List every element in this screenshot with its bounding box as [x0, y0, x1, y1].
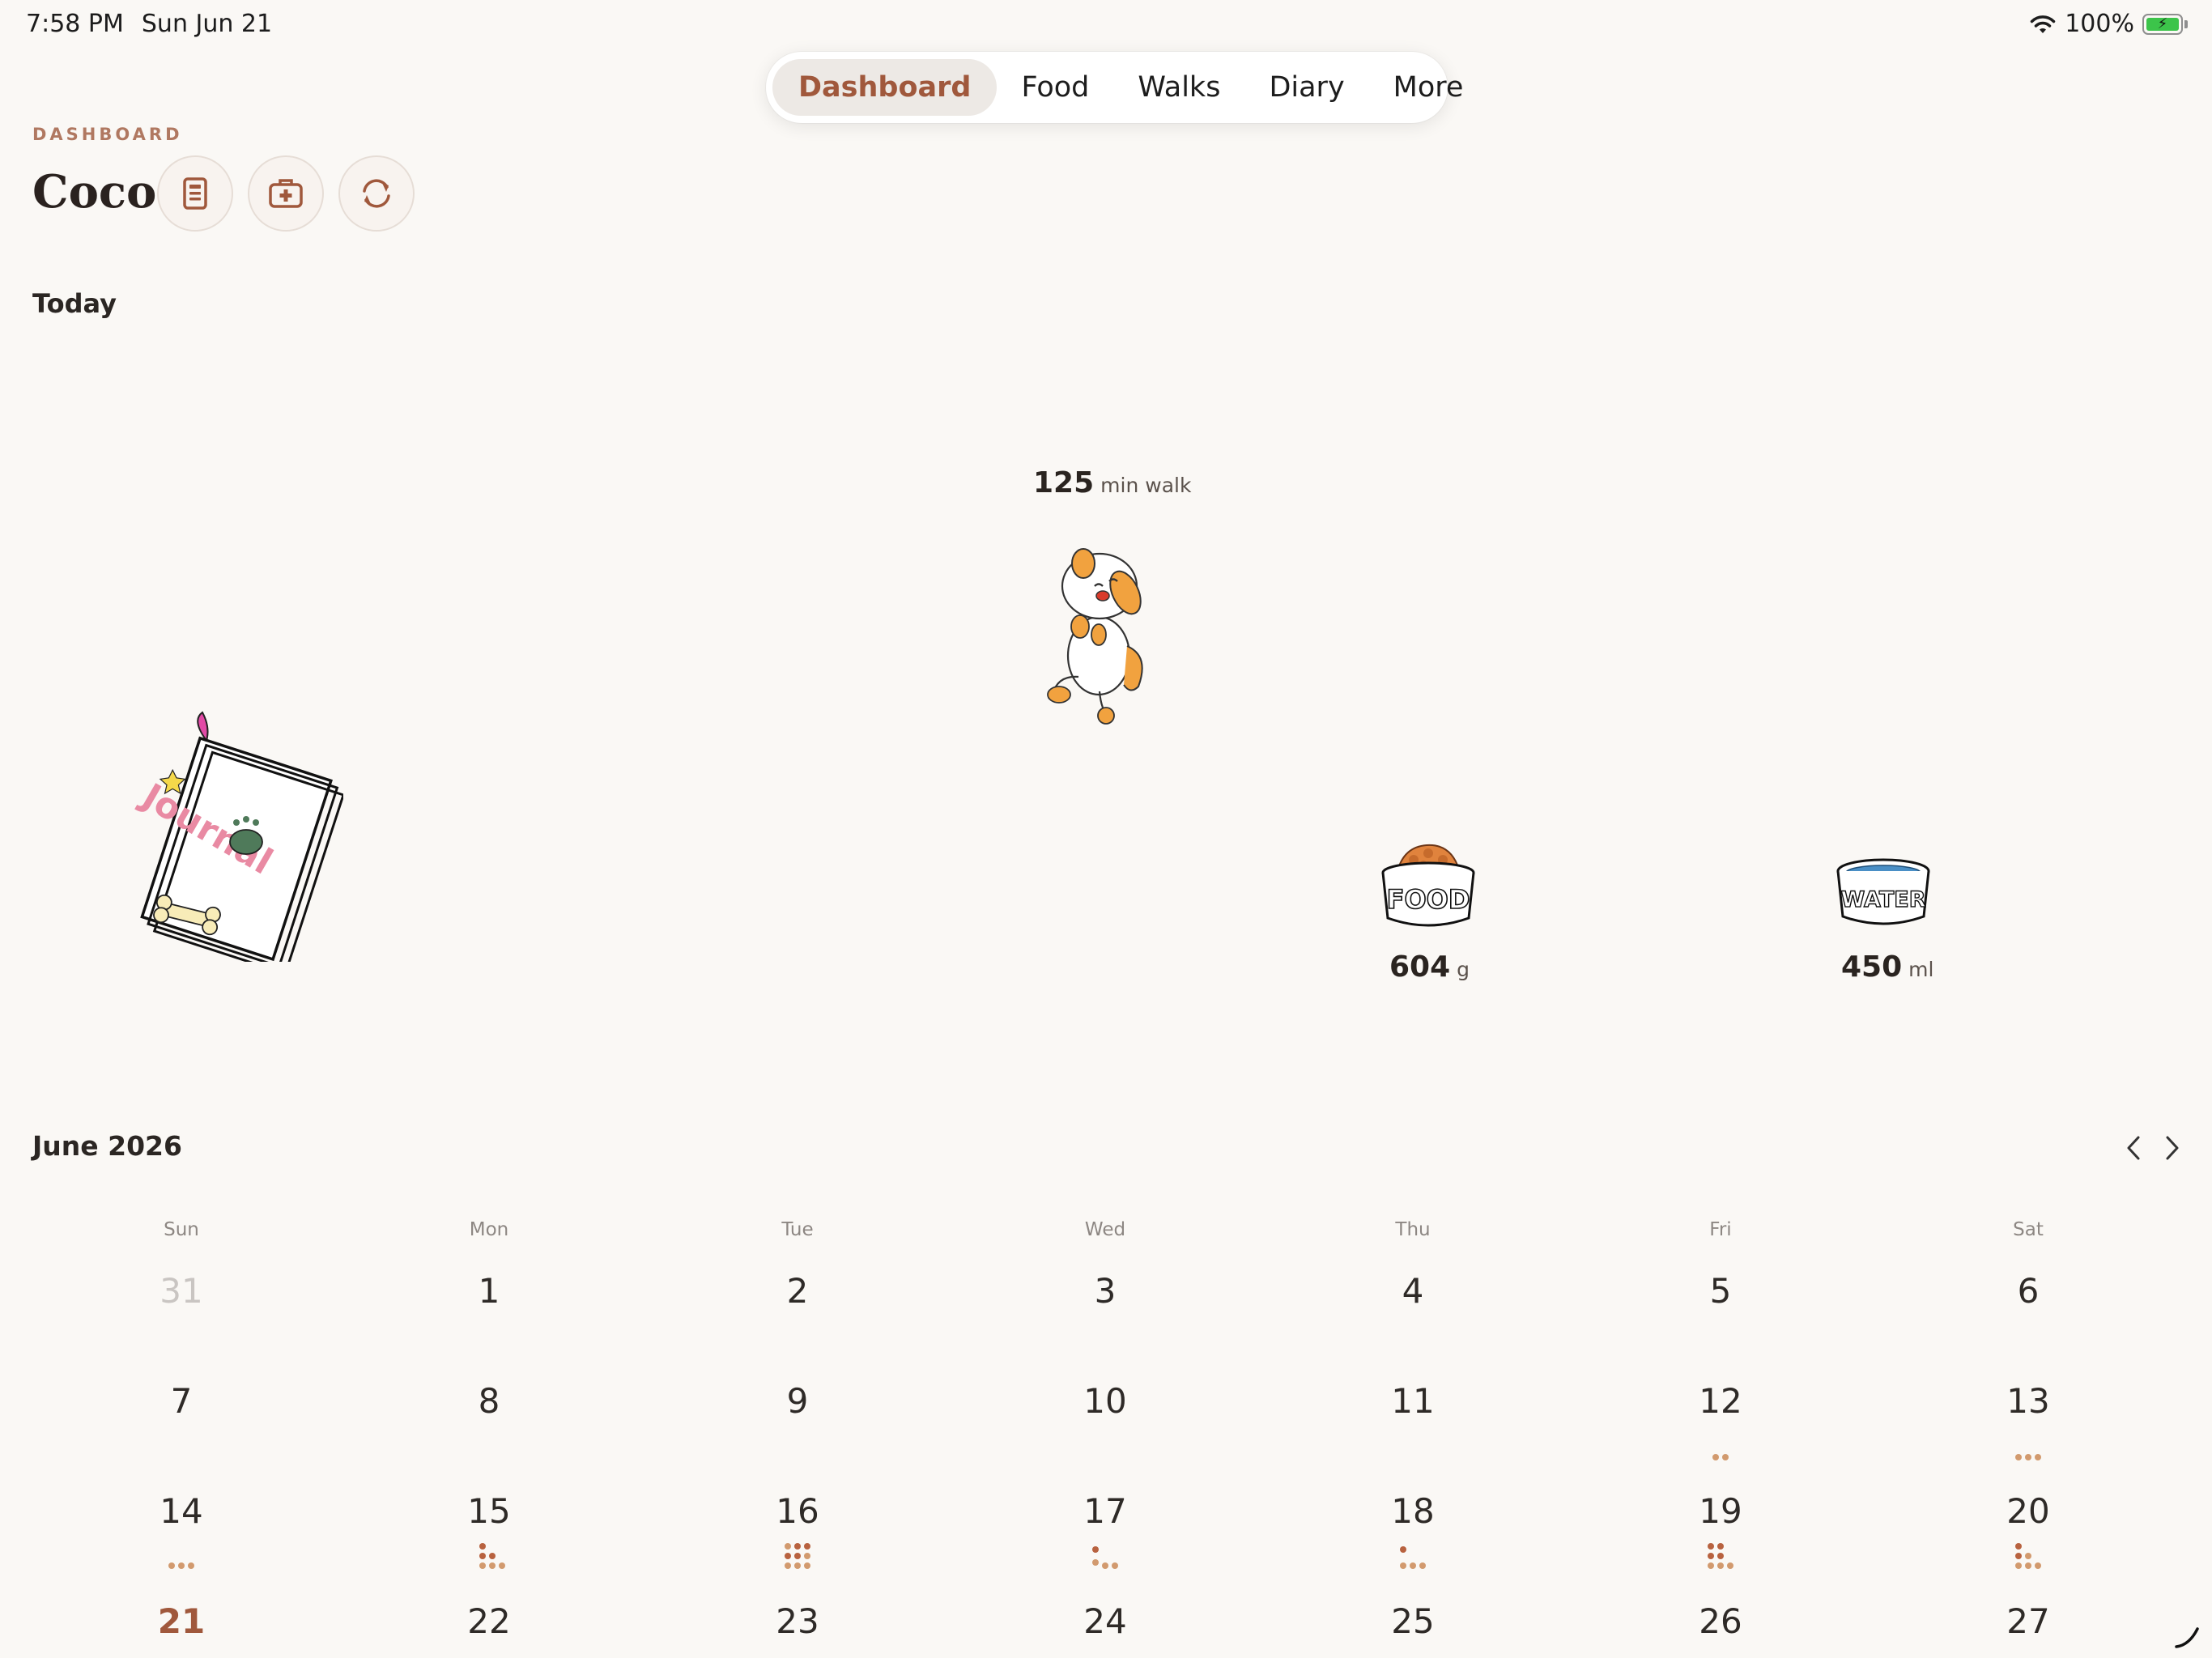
calendar-month-title: June 2026: [32, 1130, 182, 1162]
calendar-day[interactable]: 6: [1947, 1271, 2109, 1311]
pencil-stroke-icon: [2175, 1627, 2199, 1648]
activity-dots: [408, 1541, 570, 1571]
status-bar-left: 7:58 PM Sun Jun 21: [26, 10, 272, 38]
walk-unit: min walk: [1100, 474, 1192, 497]
calendar-day[interactable]: 24: [1024, 1601, 1186, 1641]
weekday-wed: Wed: [1084, 1219, 1126, 1240]
sync-button[interactable]: [338, 155, 415, 232]
calendar-day[interactable]: 31: [100, 1271, 262, 1311]
battery-icon: ⚡: [2142, 13, 2188, 35]
page-eyebrow: DASHBOARD: [32, 125, 183, 144]
dancing-dog-illustration[interactable]: [1022, 534, 1176, 725]
activity-dots: [1947, 1452, 2109, 1462]
notebook-icon: [183, 177, 207, 210]
calendar-day[interactable]: 22: [408, 1601, 570, 1641]
tab-food[interactable]: Food: [997, 59, 1113, 116]
calendar-day[interactable]: 1: [408, 1271, 570, 1311]
first-aid-kit-icon: [269, 179, 303, 208]
food-bowl-label: FOOD: [1387, 884, 1470, 915]
calendar-day[interactable]: 13: [1947, 1381, 2109, 1421]
food-unit: g: [1457, 958, 1470, 981]
main-tab-bar: Dashboard Food Walks Diary More: [766, 52, 1463, 123]
status-bar-right: 100% ⚡: [2029, 10, 2188, 38]
walk-minutes: 125: [1033, 466, 1095, 500]
food-stat: 604 g: [1389, 950, 1470, 984]
calendar-day[interactable]: 14: [100, 1491, 262, 1531]
chevron-left-icon: [2127, 1136, 2140, 1160]
tab-diary[interactable]: Diary: [1244, 59, 1368, 116]
calendar-day[interactable]: 11: [1332, 1381, 1494, 1421]
battery-percent: 100%: [2065, 10, 2134, 38]
calendar-day[interactable]: 10: [1024, 1381, 1186, 1421]
calendar-day[interactable]: 25: [1332, 1601, 1494, 1641]
calendar-day-today[interactable]: 21: [100, 1601, 262, 1641]
today-section-title: Today: [32, 288, 117, 319]
activity-dots: [100, 1561, 262, 1571]
water-bowl-illustration[interactable]: WATER: [1831, 853, 1935, 933]
weekday-sat: Sat: [2013, 1219, 2044, 1240]
tab-walks[interactable]: Walks: [1113, 59, 1244, 116]
weekday-sun: Sun: [164, 1219, 199, 1240]
calendar-day[interactable]: 17: [1024, 1491, 1186, 1531]
medical-kit-button[interactable]: [248, 155, 324, 232]
status-time: 7:58 PM: [26, 10, 124, 38]
weekday-mon: Mon: [469, 1219, 509, 1240]
wifi-icon: [2030, 15, 2056, 33]
calendar-day[interactable]: 2: [717, 1271, 878, 1311]
weekday-fri: Fri: [1709, 1219, 1732, 1240]
previous-month-button[interactable]: [2118, 1132, 2150, 1164]
water-bowl-label: WATER: [1840, 887, 1925, 912]
calendar-day[interactable]: 15: [408, 1491, 570, 1531]
activity-dots: [717, 1541, 878, 1571]
calendar-day[interactable]: 8: [408, 1381, 570, 1421]
journal-illustration[interactable]: Journal: [126, 711, 343, 962]
tab-more[interactable]: More: [1369, 59, 1488, 116]
activity-dots: [1640, 1541, 1802, 1571]
pet-name: Coco: [32, 165, 157, 219]
calendar-day[interactable]: 16: [717, 1491, 878, 1531]
water-amount: 450: [1841, 950, 1903, 984]
refresh-icon: [363, 179, 390, 208]
activity-dots: [1947, 1541, 2109, 1571]
walk-stat: 125 min walk: [1033, 466, 1191, 500]
food-amount: 604: [1389, 950, 1451, 984]
weekday-thu: Thu: [1395, 1219, 1431, 1240]
status-date: Sun Jun 21: [141, 10, 273, 38]
calendar-day[interactable]: 9: [717, 1381, 878, 1421]
food-bowl-illustration[interactable]: FOOD: [1376, 842, 1480, 933]
water-stat: 450 ml: [1841, 950, 1933, 984]
notes-button[interactable]: [157, 155, 233, 232]
calendar-day[interactable]: 5: [1640, 1271, 1802, 1311]
activity-dots: [1024, 1541, 1186, 1571]
calendar-day[interactable]: 18: [1332, 1491, 1494, 1531]
calendar-day[interactable]: 27: [1947, 1601, 2109, 1641]
calendar-day[interactable]: 3: [1024, 1271, 1186, 1311]
chevron-right-icon: [2166, 1136, 2179, 1160]
weekday-tue: Tue: [781, 1219, 814, 1240]
calendar-day[interactable]: 4: [1332, 1271, 1494, 1311]
calendar-day[interactable]: 19: [1640, 1491, 1802, 1531]
tab-dashboard[interactable]: Dashboard: [772, 59, 998, 116]
calendar-day[interactable]: 7: [100, 1381, 262, 1421]
calendar-day[interactable]: 20: [1947, 1491, 2109, 1531]
calendar-day[interactable]: 23: [717, 1601, 878, 1641]
activity-dots: [1640, 1452, 1802, 1462]
activity-dots: [1332, 1541, 1494, 1571]
calendar-day[interactable]: 12: [1640, 1381, 1802, 1421]
water-unit: ml: [1908, 958, 1934, 981]
next-month-button[interactable]: [2155, 1132, 2188, 1164]
calendar-day[interactable]: 26: [1640, 1601, 1802, 1641]
